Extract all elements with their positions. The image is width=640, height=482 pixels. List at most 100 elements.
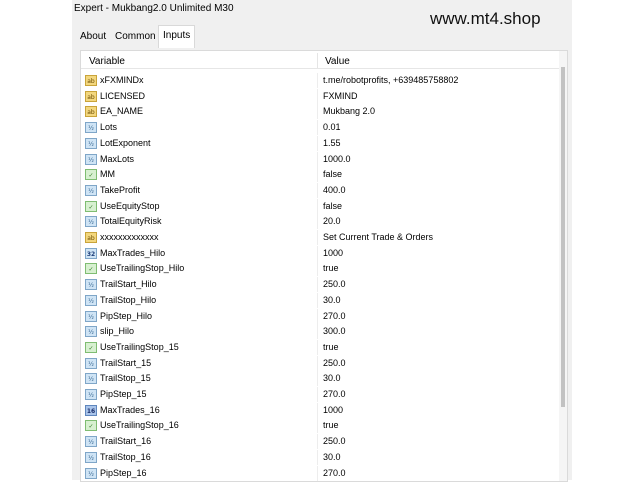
variable-name: PipStep_Hilo	[100, 310, 153, 321]
table-row[interactable]: ✓ UseTrailingStop_Hilo true	[81, 261, 559, 277]
table-row[interactable]: ½ TrailStart_16 250.0	[81, 434, 559, 450]
column-divider	[317, 135, 318, 151]
tab-common[interactable]: Common	[111, 27, 160, 46]
double-type-icon: ½	[85, 294, 97, 306]
variable-value[interactable]: 30.0	[323, 295, 341, 305]
variable-name: LICENSED	[100, 90, 146, 101]
table-row[interactable]: ab xxxxxxxxxxxxx Set Current Trade & Order…	[81, 230, 559, 245]
table-row[interactable]: ✓ UseEquityStop false	[81, 198, 559, 214]
inputs-table: Variable Value ab xFXMINDx t.me/robotprofi…	[80, 50, 568, 482]
variable-value[interactable]: 250.0	[323, 436, 346, 446]
variable-value[interactable]: 0.01	[323, 122, 341, 132]
double-type-icon: ½	[85, 326, 97, 338]
table-row[interactable]: ½ TakeProfit 400.0	[81, 182, 559, 198]
variable-value[interactable]: 1000	[323, 248, 343, 258]
table-row[interactable]: ½ LotExponent 1.55	[81, 135, 559, 151]
table-row[interactable]: ½ slip_Hilo 300.0	[81, 324, 559, 340]
table-row[interactable]: ½ PipStep_15 270.0	[81, 387, 559, 402]
table-row[interactable]: ✓ UseTrailingStop_15 true	[81, 339, 559, 355]
variable-name: PipStep_16	[100, 467, 147, 478]
variable-name: UseEquityStop	[100, 200, 160, 211]
column-divider	[317, 230, 318, 245]
column-divider	[317, 198, 318, 214]
column-divider	[317, 182, 318, 198]
double-type-icon: ½	[85, 436, 97, 448]
table-row[interactable]: ½ Lots 0.01	[81, 120, 559, 136]
table-row[interactable]: ½ TotalEquityRisk 20.0	[81, 214, 559, 230]
variable-value[interactable]: 30.0	[323, 373, 341, 383]
table-header: Variable Value	[81, 51, 559, 69]
variable-value[interactable]: 1.55	[323, 138, 341, 148]
variable-value[interactable]: 300.0	[323, 326, 346, 336]
column-divider	[317, 245, 318, 261]
watermark-text: www.mt4.shop	[430, 9, 541, 28]
variable-value[interactable]: t.me/robotprofits, +639485758802	[323, 75, 458, 85]
double-type-icon: ½	[85, 467, 97, 479]
variable-value[interactable]: 20.0	[323, 216, 341, 226]
column-divider	[317, 402, 318, 418]
table-row[interactable]: ✓ MM false	[81, 167, 559, 183]
column-divider	[317, 151, 318, 167]
table-row[interactable]: ½ PipStep_Hilo 270.0	[81, 308, 559, 324]
variable-value[interactable]: 270.0	[323, 311, 346, 321]
table-row[interactable]: ½ TrailStop_15 30.0	[81, 371, 559, 387]
variable-name: EA_NAME	[100, 106, 144, 117]
table-row[interactable]: ab xFXMINDx t.me/robotprofits, +6394857588…	[81, 73, 559, 88]
table-row[interactable]: ½ TrailStop_Hilo 30.0	[81, 292, 559, 308]
variable-value[interactable]: FXMIND	[323, 91, 358, 101]
variable-value[interactable]: true	[323, 420, 339, 430]
variable-value[interactable]: 270.0	[323, 389, 346, 399]
column-divider	[317, 120, 318, 136]
variable-value[interactable]: 250.0	[323, 358, 346, 368]
left-margin	[0, 0, 72, 480]
table-row[interactable]: ½ PipStep_16 270.0	[81, 465, 559, 481]
table-row[interactable]: ½ TrailStart_Hilo 250.0	[81, 277, 559, 293]
double-type-icon: ½	[85, 451, 97, 463]
variable-name: TrailStop_16	[100, 451, 151, 462]
variable-value[interactable]: false	[323, 201, 342, 211]
column-divider	[317, 104, 318, 120]
variable-name: MaxTrades_16	[100, 404, 160, 415]
table-row[interactable]: ½ MaxLots 1000.0	[81, 151, 559, 167]
variable-value[interactable]: 400.0	[323, 185, 346, 195]
column-divider	[317, 387, 318, 402]
variable-value[interactable]: 1000	[323, 405, 343, 415]
scrollbar-thumb[interactable]	[561, 67, 565, 407]
tab-about[interactable]: About	[76, 27, 110, 46]
variable-value[interactable]: Set Current Trade & Orders	[323, 232, 433, 242]
variable-value[interactable]: 270.0	[323, 468, 346, 478]
table-row[interactable]: 32 MaxTrades_Hilo 1000	[81, 245, 559, 261]
tab-inputs[interactable]: Inputs	[158, 25, 196, 48]
variable-value[interactable]: 30.0	[323, 452, 341, 462]
variable-value[interactable]: false	[323, 169, 342, 179]
variable-name: xxxxxxxxxxxxx	[100, 232, 159, 242]
variable-name: UseTrailingStop_Hilo	[100, 263, 185, 274]
header-divider[interactable]	[317, 53, 318, 68]
variable-value[interactable]: true	[323, 263, 339, 273]
table-row[interactable]: ab EA_NAME Mukbang 2.0	[81, 104, 559, 120]
variable-name: TrailStop_15	[100, 373, 151, 384]
table-row[interactable]: ½ TrailStop_16 30.0	[81, 449, 559, 465]
vertical-scrollbar[interactable]	[559, 51, 567, 481]
header-variable[interactable]: Variable	[89, 56, 125, 67]
variable-name: TotalEquityRisk	[100, 216, 162, 227]
variable-value[interactable]: 1000.0	[323, 154, 351, 164]
double-type-icon: ½	[85, 389, 97, 400]
variable-name: TrailStart_16	[100, 436, 152, 447]
variable-name: MaxLots	[100, 153, 135, 164]
variable-value[interactable]: 250.0	[323, 279, 346, 289]
double-type-icon: ½	[85, 153, 97, 165]
header-value[interactable]: Value	[325, 56, 350, 67]
double-type-icon: ½	[85, 137, 97, 149]
variable-value[interactable]: true	[323, 342, 339, 352]
table-row[interactable]: ✓ UseTrailingStop_16 true	[81, 418, 559, 434]
table-row[interactable]: ½ TrailStart_15 250.0	[81, 355, 559, 371]
column-divider	[317, 277, 318, 293]
double-type-icon: ½	[85, 122, 97, 134]
variable-value[interactable]: Mukbang 2.0	[323, 106, 375, 116]
column-divider	[317, 73, 318, 88]
string-type-icon: ab	[85, 90, 97, 102]
table-row[interactable]: ab LICENSED FXMIND	[81, 88, 559, 104]
table-row[interactable]: 16 MaxTrades_16 1000	[81, 402, 559, 418]
bool-type-icon: ✓	[85, 200, 97, 212]
